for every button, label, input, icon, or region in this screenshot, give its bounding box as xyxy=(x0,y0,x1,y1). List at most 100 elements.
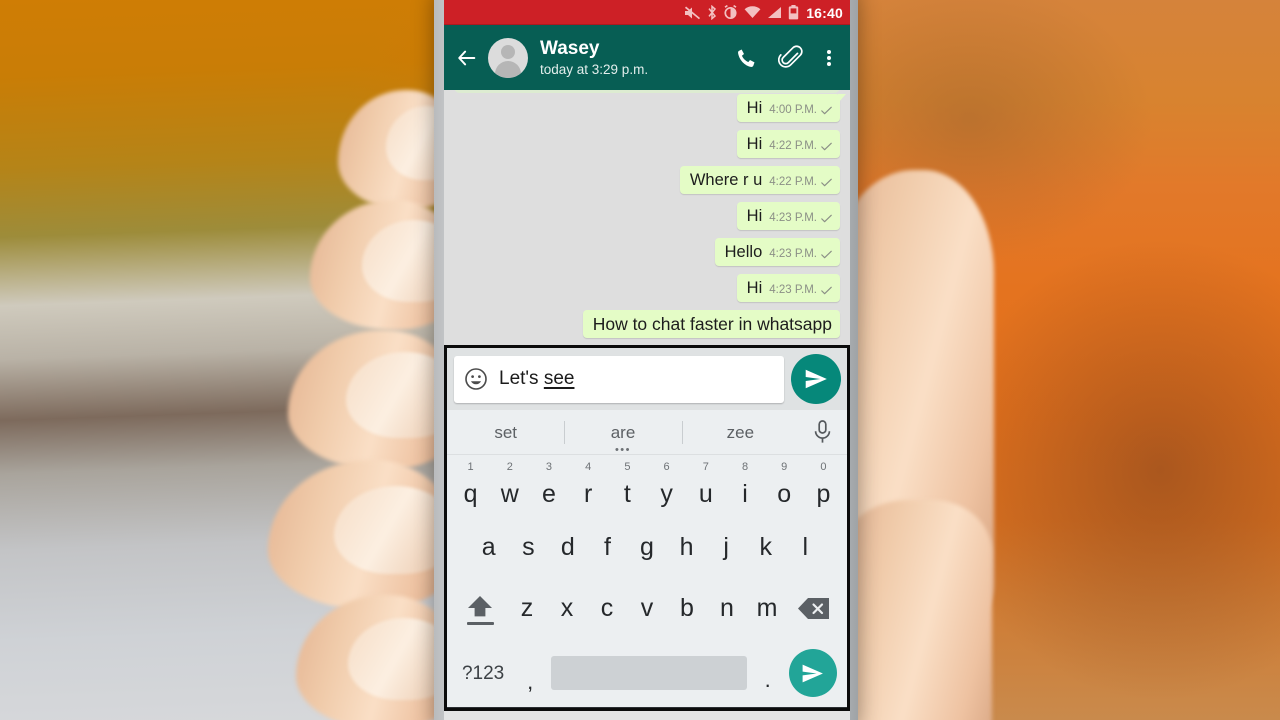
suggestion-label: zee xyxy=(726,422,755,442)
key-h[interactable]: h xyxy=(667,517,707,577)
key-j[interactable]: j xyxy=(706,517,746,577)
key-u[interactable]: 7u xyxy=(686,455,725,517)
key-v[interactable]: v xyxy=(627,577,667,639)
key-m[interactable]: m xyxy=(747,577,787,639)
chat-bubble-outgoing[interactable]: Hi 4:23 P.M. xyxy=(736,274,840,302)
contact-title-block[interactable]: Wasey today at 3:29 p.m. xyxy=(538,38,722,78)
key-n[interactable]: n xyxy=(707,577,747,639)
suggestion-more-dots-icon: ••• xyxy=(614,443,632,456)
read-receipt-icon xyxy=(821,214,832,223)
message-time: 4:22 P.M. xyxy=(769,140,817,152)
keyboard-row-1: 1q2w3e4r5t6y7u8i9o0p xyxy=(447,455,847,517)
key-b[interactable]: b xyxy=(667,577,707,639)
shift-key[interactable] xyxy=(453,577,507,639)
read-receipt-icon xyxy=(821,106,832,115)
android-status-bar: 16:40 xyxy=(444,0,850,25)
chat-bubble-outgoing[interactable]: Hello 4:23 P.M. xyxy=(714,238,840,266)
voice-input-button[interactable] xyxy=(799,420,847,444)
send-button[interactable] xyxy=(791,354,841,404)
key-c[interactable]: c xyxy=(587,577,627,639)
contact-name: Wasey xyxy=(540,37,600,59)
send-icon xyxy=(805,369,827,389)
key-number-hint: 8 xyxy=(741,461,749,473)
key-i[interactable]: 8i xyxy=(725,455,764,517)
key-p[interactable]: 0p xyxy=(804,455,843,517)
chat-bubble-outgoing[interactable]: Where r u 4:22 P.M. xyxy=(679,166,840,194)
read-receipt-icon xyxy=(821,250,832,259)
chat-message-list[interactable]: Hi 4:00 P.M. Hi 4:22 P.M. Where r u 4:22 P.M.… xyxy=(444,90,850,355)
key-r[interactable]: 4r xyxy=(569,455,608,517)
key-number-hint: 0 xyxy=(820,461,827,473)
chat-bubble-outgoing[interactable]: How to chat faster in whatsapp4:25 P.M. xyxy=(582,310,840,338)
bluetooth-icon xyxy=(708,5,717,20)
contact-avatar[interactable] xyxy=(488,37,528,78)
chat-bubble-outgoing[interactable]: Hi 4:22 P.M. xyxy=(736,130,840,158)
symbols-key[interactable]: ?123 xyxy=(453,639,513,707)
status-bar-clock: 16:40 xyxy=(806,4,843,21)
keyboard-send-button[interactable] xyxy=(788,649,837,697)
key-k[interactable]: k xyxy=(746,517,786,577)
message-text: Where r u xyxy=(689,171,763,189)
keyboard-send-key[interactable] xyxy=(785,639,841,707)
space-key[interactable] xyxy=(551,656,747,690)
backspace-icon xyxy=(798,597,829,619)
key-a[interactable]: a xyxy=(469,517,509,577)
alarm-icon xyxy=(724,5,737,20)
key-s[interactable]: s xyxy=(509,517,549,577)
attach-button[interactable] xyxy=(776,43,806,73)
smiley-icon[interactable] xyxy=(464,367,488,391)
key-l[interactable]: l xyxy=(785,517,825,577)
back-arrow-icon[interactable] xyxy=(456,47,478,69)
key-e[interactable]: 3e xyxy=(529,455,568,517)
phone-icon xyxy=(738,49,755,67)
key-f[interactable]: f xyxy=(588,517,628,577)
key-number-hint: 1 xyxy=(467,461,474,473)
key-q[interactable]: 1q xyxy=(451,455,490,517)
chat-bubble-outgoing[interactable]: Hi 4:00 P.M. xyxy=(736,94,847,122)
shift-icon xyxy=(468,595,492,616)
suggestion-2[interactable]: zee xyxy=(681,410,799,455)
keyboard-suggestion-bar: set are ••• zee xyxy=(447,410,847,455)
read-receipt-icon xyxy=(821,142,832,151)
paperclip-icon xyxy=(778,44,803,68)
message-time: 4:23 P.M. xyxy=(769,248,817,260)
key-label: o xyxy=(777,479,792,508)
comma-key[interactable]: , xyxy=(513,639,547,707)
key-g[interactable]: g xyxy=(627,517,667,577)
backspace-key[interactable] xyxy=(787,577,841,639)
shift-underline xyxy=(466,621,494,625)
read-receipt-icon xyxy=(821,178,832,187)
key-label: w xyxy=(500,479,519,508)
chat-bubble-outgoing[interactable]: Hi 4:23 P.M. xyxy=(736,202,840,230)
suggestion-0[interactable]: set xyxy=(447,410,564,455)
send-icon xyxy=(802,664,824,682)
overflow-menu-button[interactable] xyxy=(818,43,840,73)
signal-icon xyxy=(768,7,782,18)
suggestion-1[interactable]: are ••• xyxy=(564,410,681,455)
message-composer-bar: Let's see xyxy=(447,348,847,410)
chat-app-bar: Wasey today at 3:29 p.m. xyxy=(444,25,850,90)
key-number-hint: 3 xyxy=(545,461,553,473)
key-label: t xyxy=(623,479,631,508)
key-x[interactable]: x xyxy=(547,577,587,639)
key-t[interactable]: 5t xyxy=(608,455,647,517)
key-d[interactable]: d xyxy=(548,517,588,577)
key-y[interactable]: 6y xyxy=(647,455,686,517)
message-meta: 4:22 P.M. xyxy=(769,176,832,190)
message-input-field[interactable]: Let's see xyxy=(454,355,784,403)
message-meta: 4:23 P.M. xyxy=(769,284,832,298)
message-text: How to chat faster in whatsapp xyxy=(592,314,832,334)
key-w[interactable]: 2w xyxy=(490,455,529,517)
call-button[interactable] xyxy=(732,43,762,73)
key-z[interactable]: z xyxy=(507,577,547,639)
key-label: e xyxy=(542,479,556,508)
message-time: 4:23 P.M. xyxy=(769,212,817,224)
period-key[interactable]: . xyxy=(751,639,785,707)
key-o[interactable]: 9o xyxy=(765,455,804,517)
suggestion-label: set xyxy=(494,422,517,442)
navigation-bar xyxy=(447,707,847,708)
message-input-text: Let's see xyxy=(499,368,574,390)
message-text: Hi xyxy=(746,135,763,153)
message-text: Hi xyxy=(746,207,763,225)
message-meta: 4:23 P.M. xyxy=(769,248,832,262)
